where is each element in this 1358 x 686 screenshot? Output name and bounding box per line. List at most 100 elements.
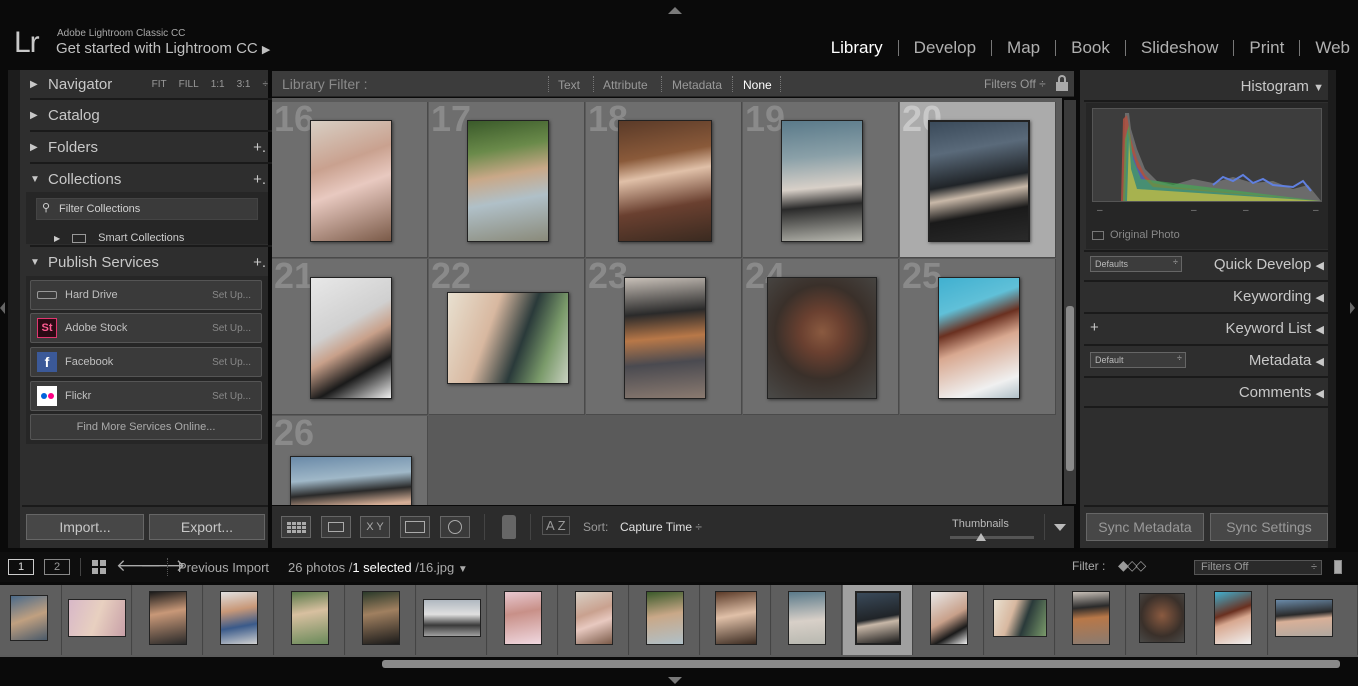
zoom-3-1[interactable]: 3:1 — [237, 79, 251, 90]
add-folder-icon[interactable]: +. — [253, 139, 266, 156]
painter-spray-can-icon[interactable] — [502, 515, 516, 539]
module-web[interactable]: Web — [1300, 38, 1350, 58]
grid-cell[interactable]: 22 — [429, 255, 585, 415]
module-map[interactable]: Map — [992, 38, 1055, 58]
filmstrip-cell[interactable] — [204, 585, 274, 655]
grid-cell[interactable]: 24 — [743, 255, 899, 415]
service-flickr[interactable]: Flickr Set Up... — [30, 381, 262, 411]
top-panel-toggle-icon[interactable] — [668, 7, 682, 14]
filter-presets-dropdown[interactable]: Filters Off ÷ — [984, 77, 1046, 91]
zoom-1-1[interactable]: 1:1 — [211, 79, 225, 90]
module-library[interactable]: Library — [816, 38, 898, 58]
module-develop[interactable]: Develop — [899, 38, 991, 58]
filmstrip-scrollbar-thumb[interactable] — [382, 660, 1340, 668]
filmstrip-filter-select[interactable]: Filters Off ÷ — [1194, 560, 1322, 575]
grid-cell[interactable]: 25 — [900, 255, 1056, 415]
filmstrip-cell[interactable] — [488, 585, 558, 655]
setup-link[interactable]: Set Up... — [212, 391, 251, 402]
left-panel-edge[interactable] — [8, 70, 20, 548]
zoom-stepper-icon[interactable]: ÷ — [263, 79, 269, 90]
filmstrip-cell[interactable] — [417, 585, 487, 655]
add-service-icon[interactable]: +. — [253, 254, 266, 271]
grid-cell-selected[interactable]: 20 — [900, 98, 1056, 258]
filmstrip-cell[interactable] — [559, 585, 629, 655]
service-hard-drive[interactable]: Hard Drive Set Up... — [30, 280, 262, 310]
grid-cell[interactable]: 21 — [272, 255, 428, 415]
quick-develop-header[interactable]: Quick Develop ◀ — [1214, 256, 1324, 273]
service-adobe-stock[interactable]: St Adobe Stock Set Up... — [30, 313, 262, 343]
keyword-list-header[interactable]: Keyword List ◀ — [1225, 320, 1324, 337]
keywording-header[interactable]: Keywording ◀ — [1233, 288, 1324, 305]
filmstrip-cell[interactable] — [1127, 585, 1197, 655]
lock-icon[interactable] — [1056, 75, 1068, 91]
folders-header[interactable]: ▶ Folders +. — [30, 133, 274, 161]
import-button[interactable]: Import... — [26, 514, 144, 540]
people-view-icon[interactable] — [440, 516, 470, 538]
filmstrip-cell[interactable] — [1198, 585, 1268, 655]
filmstrip-cell[interactable] — [630, 585, 700, 655]
sync-settings-button[interactable]: Sync Settings — [1210, 513, 1328, 541]
flag-filter-icon[interactable]: ◆◇◇ — [1118, 557, 1146, 574]
original-photo-checkbox[interactable]: Original Photo — [1092, 229, 1180, 241]
filmstrip-cell[interactable] — [346, 585, 416, 655]
get-started-link[interactable]: Get started with Lightroom CC ▶ — [56, 40, 270, 57]
add-collection-icon[interactable]: +. — [253, 171, 266, 188]
quick-develop-preset-select[interactable]: Defaults ÷ — [1090, 256, 1182, 272]
add-keyword-icon[interactable]: + — [1090, 319, 1099, 336]
module-print[interactable]: Print — [1234, 38, 1299, 58]
catalog-header[interactable]: ▶ Catalog — [30, 101, 274, 129]
navigator-header[interactable]: ▶ Navigator FIT FILL 1:1 3:1 ÷ — [30, 70, 274, 98]
grid-cell[interactable]: 23 — [586, 255, 742, 415]
histogram-header[interactable]: Histogram ▼ — [1241, 78, 1324, 95]
publish-services-header[interactable]: ▼ Publish Services +. — [30, 248, 274, 276]
grid-view-icon[interactable] — [281, 516, 311, 538]
left-panel-toggle-icon[interactable] — [0, 302, 5, 314]
grid-scrollbar-thumb[interactable] — [1066, 306, 1074, 471]
collections-header[interactable]: ▼ Collections +. — [30, 165, 274, 193]
thumbnail-size-slider[interactable] — [950, 536, 1034, 539]
bottom-panel-toggle-icon[interactable] — [668, 677, 682, 684]
filmstrip-cell[interactable] — [772, 585, 842, 655]
grid-cell[interactable]: 16 — [272, 98, 428, 258]
filter-collections-input[interactable]: ⚲ Filter Collections — [36, 198, 258, 220]
filter-attribute-tab[interactable]: Attribute — [603, 78, 648, 92]
source-label[interactable]: Previous Import — [178, 560, 269, 575]
toolbar-content-dropdown-icon[interactable] — [1054, 524, 1066, 531]
filter-metadata-tab[interactable]: Metadata — [672, 78, 722, 92]
filmstrip-cell[interactable] — [985, 585, 1055, 655]
setup-link[interactable]: Set Up... — [212, 323, 251, 334]
filter-none-tab[interactable]: None — [743, 78, 772, 92]
filmstrip-cell[interactable] — [275, 585, 345, 655]
grid-view-icon[interactable] — [92, 560, 106, 574]
grid-cell[interactable]: 17 — [429, 98, 585, 258]
zoom-fill[interactable]: FILL — [179, 79, 199, 90]
compare-view-icon[interactable]: X Y — [360, 516, 390, 538]
filmstrip-cell[interactable] — [62, 585, 132, 655]
grid-cell[interactable]: 26 — [272, 412, 428, 505]
grid-cell[interactable]: 18 — [586, 98, 742, 258]
smart-collections-item[interactable]: ▶ Smart Collections — [54, 232, 184, 244]
zoom-fit[interactable]: FIT — [152, 79, 167, 90]
module-slideshow[interactable]: Slideshow — [1126, 38, 1234, 58]
export-button[interactable]: Export... — [149, 514, 265, 540]
right-panel-edge[interactable] — [1328, 70, 1336, 548]
grid-cell[interactable]: 19 — [743, 98, 899, 258]
sync-metadata-button[interactable]: Sync Metadata — [1086, 513, 1204, 541]
metadata-preset-select[interactable]: Default ÷ — [1090, 352, 1186, 368]
slider-handle[interactable] — [976, 533, 986, 541]
filmstrip-cell-selected[interactable] — [843, 585, 913, 655]
filmstrip-cell[interactable] — [1056, 585, 1126, 655]
metadata-header[interactable]: Metadata ◀ — [1249, 352, 1324, 369]
filter-text-tab[interactable]: Text — [558, 78, 580, 92]
filmstrip-cell[interactable] — [701, 585, 771, 655]
find-more-services-button[interactable]: Find More Services Online... — [30, 414, 262, 440]
filmstrip-cell[interactable] — [133, 585, 203, 655]
filter-lock-icon[interactable] — [1334, 560, 1342, 574]
setup-link[interactable]: Set Up... — [212, 357, 251, 368]
photo-count-info[interactable]: 26 photos /1 selected /16.jpg ▼ — [288, 560, 468, 575]
right-panel-toggle-icon[interactable] — [1350, 302, 1355, 314]
module-book[interactable]: Book — [1056, 38, 1125, 58]
filmstrip-cell[interactable] — [0, 585, 62, 655]
loupe-view-icon[interactable] — [321, 516, 351, 538]
filmstrip-cell[interactable] — [914, 585, 984, 655]
